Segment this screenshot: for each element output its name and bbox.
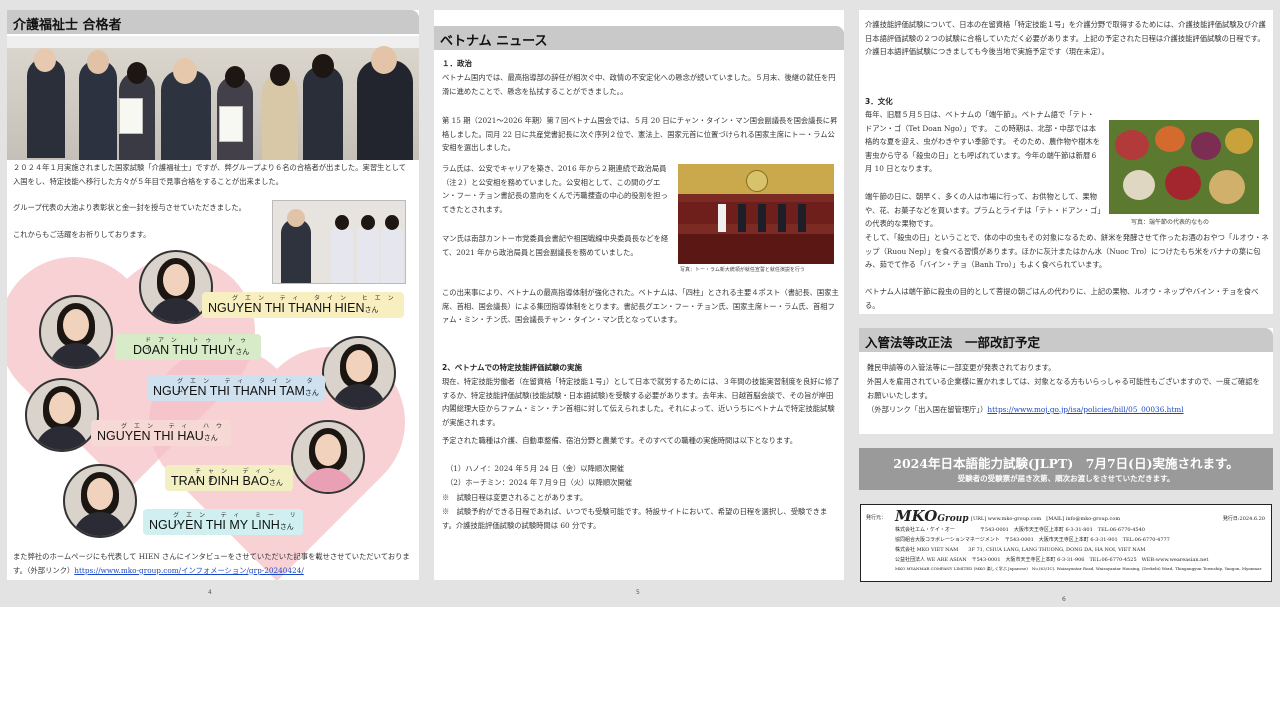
culture-p1: 毎年、旧暦５月５日は、ベトナムの「端午節」。ベトナム語で「テト・ドアン・ゴ（Te… [865,110,1101,173]
name-hau: NGUYEN THI HAU [97,429,204,443]
mko-logo-group: Group [937,514,969,524]
page-number-5: 5 [636,589,640,596]
politics-p5: この出来事により、ベトナムの最高指導体制が強化された。ベトナムは、「四柱」とされ… [442,288,839,324]
group-photo [7,36,419,160]
portrait-linh [63,464,137,538]
mko-logo-text: MKO [895,507,938,525]
name-band-hau: グエン ティ ハウ NGUYEN THI HAUさん [91,420,231,446]
culture-p2: 端午節の日に、朝早く、多くの人は市場に行って、お供物として、果物や、花、お菓子な… [865,192,1105,228]
politics-p4: マン氏は南部カントー市党委員会書記や祖国戦線中央委員長などを経て、2021 年か… [442,234,669,257]
culture-p3: そして、「殺虫の日」ということで、体の中の虫もその対象になるため、餅米を発酵させ… [865,233,1269,269]
page5-title: ベトナム ニュース [440,34,548,49]
immigration-p1: 難民申請等の入管法等に一部変更が発表されております。 [867,363,1056,372]
politics-p3: ラム氏は、公安でキャリアを築き、2016 年から２期連続で政治局員（注２）と公安… [442,164,668,214]
page-number-4: 4 [208,589,212,596]
name-band-tam: グエン ティ タイン タム NGUYEN THI THANH TAMさん [147,375,325,401]
jlpt-line2: 受験者の受験票が届き次第、順次お渡しをさせていただきます。 [957,474,1175,483]
page4-title-banner: 介護福祉士 合格者 [7,10,419,34]
ssw-note1: ※ 試験日程は変更されることがあります。 [442,493,588,502]
interview-link[interactable]: https://www.mko-group.com/インフォメーション/grp-… [74,566,304,575]
name-thuy: DOAN THU THUY [133,343,236,357]
politics-p1: ベトナム国内では、最高指導部の辞任が相次ぐ中、政情の不安定化への懸念が続いていま… [442,73,836,96]
publisher-box: 発行元： MKOGroup [URL] www.mko-group.com [M… [860,504,1272,582]
assembly-photo [678,164,834,264]
culture-heading: 3．文化 [865,97,893,106]
tet-doan-ngo-photo [1109,120,1259,214]
politics-heading: １．政治 [442,59,472,68]
immigration-link[interactable]: https://www.moj.go.jp/isa/policies/bill/… [987,405,1183,414]
mko-logo: MKOGroup [895,507,969,525]
company-5: MKO MYANMAR COMPANY LIMITED (MKO 楽しく学ぶ J… [895,566,1262,571]
care-exam-text: 介護技能評価試験について、日本の在留資格「特定技能１号」を介護分野で取得するため… [865,20,1266,56]
immigration-link-line: （外部リンク「出入国在留管理庁」）https://www.moj.go.jp/i… [867,403,1267,417]
ssw-p1: 現在、特定技能労働者（在留資格「特定技能１号」）として日本で就労するためには、３… [442,377,840,427]
company-2: 協同組合大阪コラボレーションマネージメント 〒543-0001 大阪市天王寺区上… [895,537,1170,543]
ssw-heading: 2、ベトナムでの特定技能評価試験の実施 [442,363,582,372]
page4-title: 介護福祉士 合格者 [13,18,122,33]
name-bao: TRAN DINH BAO [171,474,269,488]
page-6: 介護技能評価試験について、日本の在留資格「特定技能１号」を介護分野で取得するため… [859,10,1273,593]
ssw-item2: （2）ホーチミン：2024 年７月９日（火）以降順次開催 [446,478,633,487]
portrait-bao [291,420,365,494]
company-4: 公益社団法人 WE ARE ASIAN 〒543-0001 大阪市天王寺区上本町… [895,557,1209,563]
ssw-note2: ※ 試験予約ができる日程であれば、いつでも受験可能です。特設サイトにおいて、希望… [442,507,828,530]
politics-p2: 第 15 期（2021～2026 年期）第７回ベトナム国会では、５月 20 日に… [442,116,838,152]
jlpt-line1: 2024年日本語能力試験(JLPT) 7月7日(日)実施されます。 [893,456,1239,471]
name-tam: NGUYEN THI THANH TAM [153,384,305,398]
immigration-title: 入管法等改正法 一部改訂予定 [865,335,1041,350]
name-linh: NGUYEN THI MY LINH [149,518,280,532]
publisher-label: 発行元： [866,515,887,521]
assembly-photo-caption: 写真：トー・ラム新大統領が就任宣誓と就任演説を行う [680,267,805,273]
immigration-link-label: （外部リンク「出入国在留管理庁」） [867,405,988,414]
page-4: 介護福祉士 合格者 ２０２４年１月実施されました国家試験「介護福祉士」ですが、弊… [7,10,419,580]
portrait-thuy [39,295,113,369]
page4-footer: また弊社のホームページにも代表して HIEN さんにインタビューをさせていただい… [13,550,415,577]
ssw-item1: （1）ハノイ：2024 年５月 24 日（金）以降順次開催 [446,464,625,473]
immigration-p2: 外国人を雇用されている企業様に置かれましては、対象となる方もいらっしゃる可能性も… [867,377,1260,400]
page-5: ベトナム ニュース １．政治 ベトナム国内では、最高指導部の辞任が相次ぐ中、政情… [434,10,844,580]
page-number-6: 6 [1062,596,1066,603]
culture-p4: ベトナム人は端午節に殺虫の目的として菩提の朝ごはんの代わりに、上記の果物、ルオウ… [865,287,1259,310]
immigration-banner: 入管法等改正法 一部改訂予定 [859,328,1273,352]
page5-title-banner: ベトナム ニュース [434,26,844,50]
name-band-hien: グエン ティ タイン ヒエン NGUYEN THI THANH HIENさん [202,292,404,318]
ssw-p2: 予定された職種は介護、自動車整備、宿泊分野と農業です。そのすべての職種の実施時間… [442,436,798,445]
page4-intro: ２０２４年１月実施されました国家試験「介護福祉士」ですが、弊グループより６名の合… [13,163,407,186]
name-band-bao: チャン ディン バオ TRAN DINH BAOさん [165,465,293,491]
portrait-tam [322,336,396,410]
portrait-hau [25,378,99,452]
page4-award-text: グループ代表の大池より表彰状と金一封を授与させていただきました。 [13,203,246,212]
page4-wishes: これからもご活躍をお祈りしております。 [13,230,151,239]
jlpt-banner: 2024年日本語能力試験(JLPT) 7月7日(日)実施されます。 受験者の受験… [859,448,1273,490]
name-hien: NGUYEN THI THANH HIEN [208,301,365,315]
url-line: [URL] www.mko-group.com [MAIL] info@mko-… [971,516,1121,522]
tet-photo-caption: 写真：端午節の代表的なもの [1131,219,1210,226]
name-band-thuy: ドアン トゥ トゥイ DOAN THU THUYさん [115,334,261,360]
name-band-linh: グエン ティ ミー リン NGUYEN THI MY LINHさん [143,509,303,535]
company-3: 株式会社 MKO VIET NAM 3F 71, CHUA LANG, LANG… [895,547,1146,553]
award-photo [272,200,406,284]
company-1: 株式会社エム・ケイ・オー 〒543-0001 大阪市天王寺区上本町 6-3-31… [895,527,1145,533]
issue-date: 発行日:2024.6.20 [1222,516,1265,522]
